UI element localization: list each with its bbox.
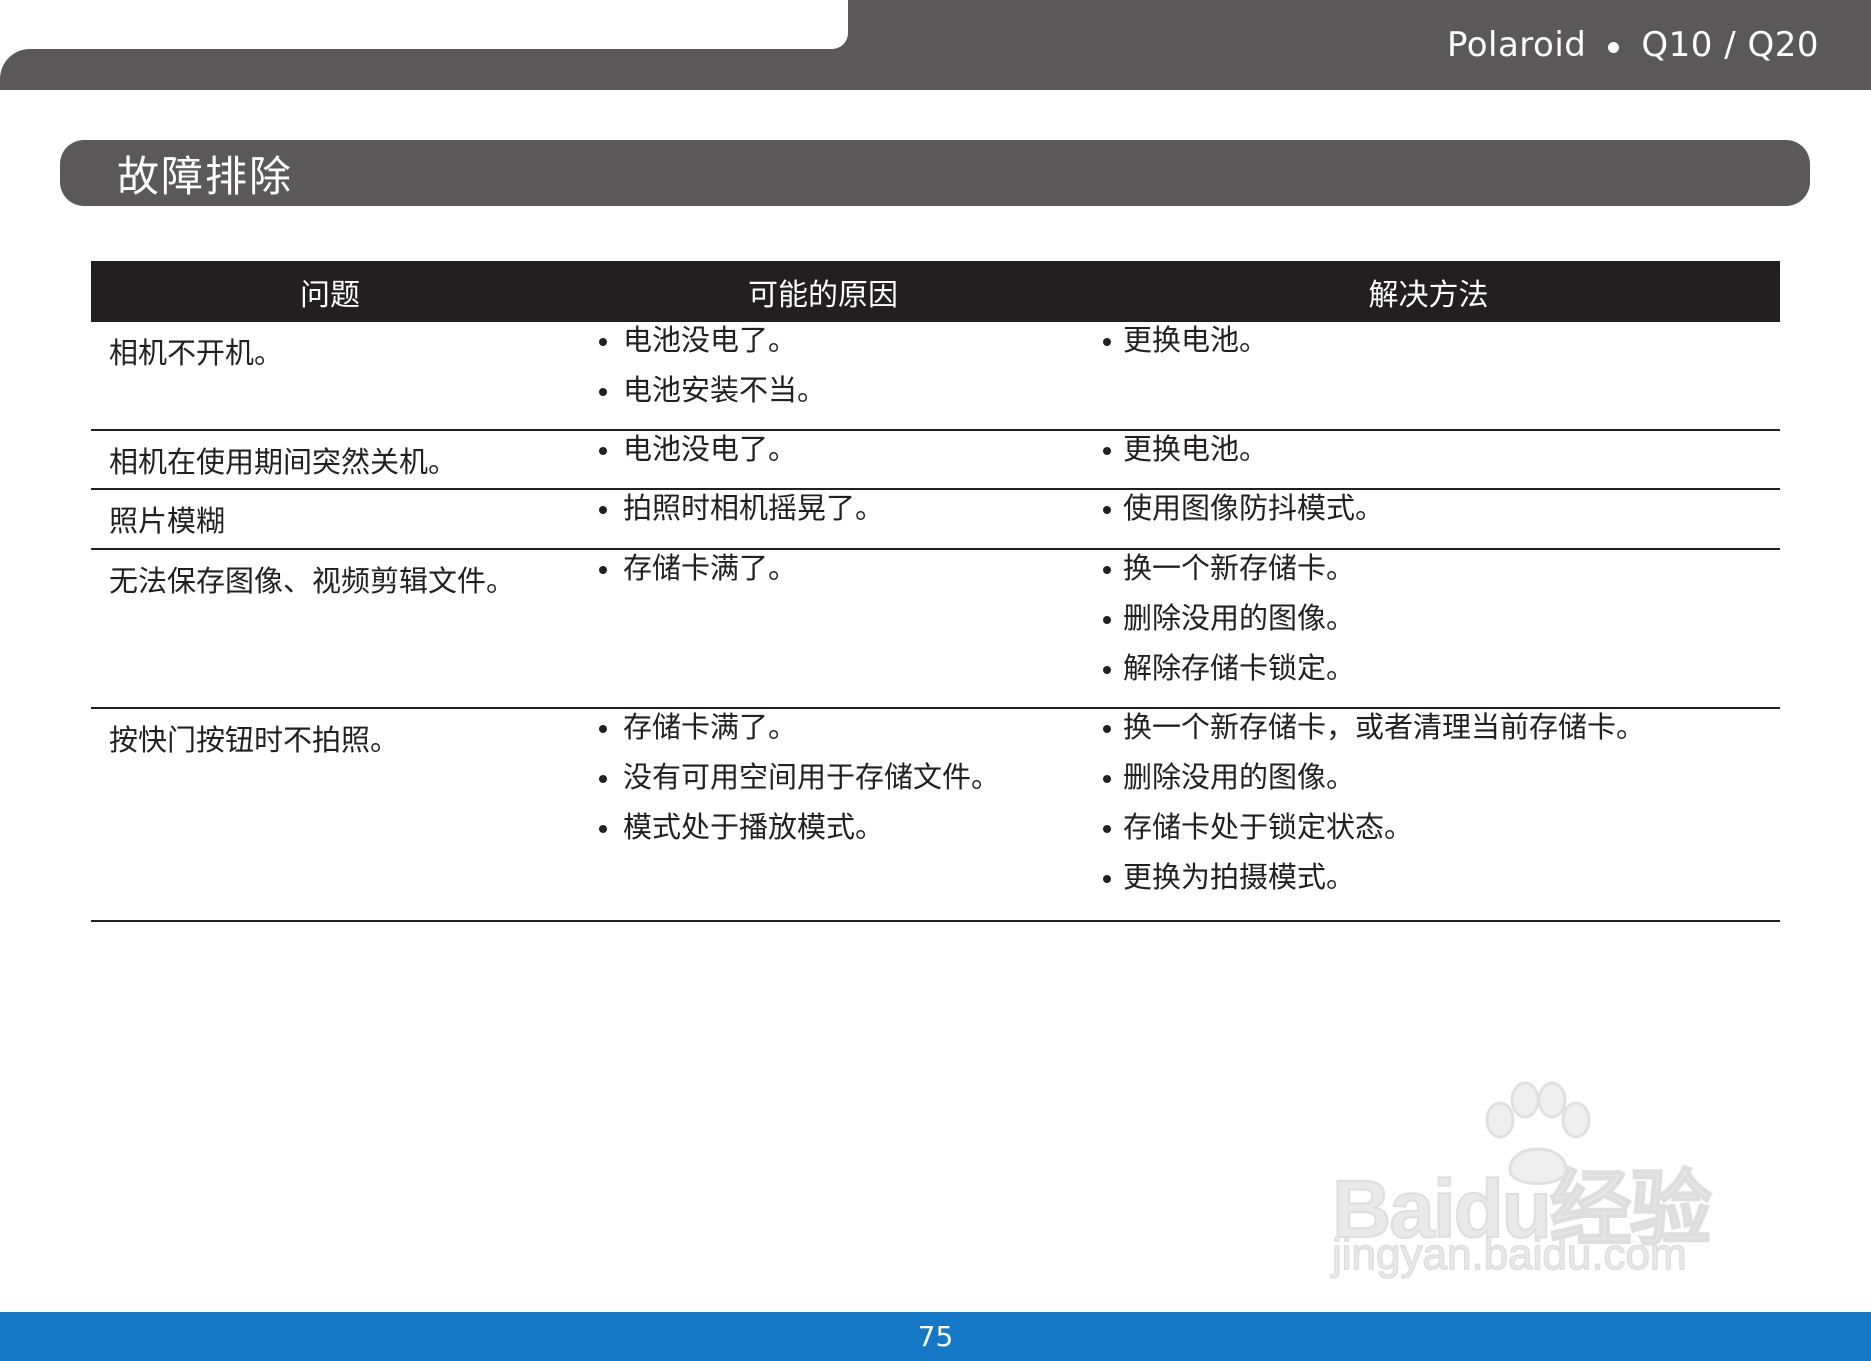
solution-item: 存储卡处于锁定状态。 xyxy=(1101,809,1645,845)
solution-list: 换一个新存储卡。 删除没用的图像。 解除存储卡锁定。 xyxy=(1101,550,1355,700)
table-row: 相机不开机。 电池没电了。 电池安装不当。 更换电池。 xyxy=(91,322,1780,431)
cause-item: 电池没电了。 xyxy=(593,322,826,358)
bullet-dot-icon xyxy=(1608,41,1620,53)
cause-item: 模式处于播放模式。 xyxy=(593,809,1000,845)
table-header: 问题 可能的原因 解决方法 xyxy=(91,261,1780,322)
cause-list: 拍照时相机摇晃了。 xyxy=(593,490,884,540)
solution-item: 删除没用的图像。 xyxy=(1101,759,1645,795)
solution-item: 换一个新存储卡。 xyxy=(1101,550,1355,586)
solution-list: 更换电池。 xyxy=(1101,322,1268,372)
solution-item: 更换电池。 xyxy=(1101,431,1268,467)
cause-list: 存储卡满了。 没有可用空间用于存储文件。 模式处于播放模式。 xyxy=(593,709,1000,859)
problem-cell: 无法保存图像、视频剪辑文件。 xyxy=(109,564,516,598)
solution-list: 使用图像防抖模式。 xyxy=(1101,490,1384,540)
cause-item: 拍照时相机摇晃了。 xyxy=(593,490,884,526)
cause-list: 电池没电了。 xyxy=(593,431,797,481)
model-name: Q10 / Q20 xyxy=(1641,25,1819,65)
problem-cell: 相机不开机。 xyxy=(109,336,284,370)
troubleshooting-table: 问题 可能的原因 解决方法 相机不开机。 电池没电了。 电池安装不当。 更换电池… xyxy=(91,261,1780,922)
column-header-cause: 可能的原因 xyxy=(748,277,898,313)
cause-item: 存储卡满了。 xyxy=(593,550,797,586)
problem-cell: 照片模糊 xyxy=(109,504,226,538)
top-header-tab xyxy=(0,0,848,79)
solution-item: 更换电池。 xyxy=(1101,322,1268,358)
solution-item: 使用图像防抖模式。 xyxy=(1101,490,1384,526)
baidu-watermark: Baidu经验 jingyan.baidu.com xyxy=(1320,1080,1760,1290)
solution-list: 换一个新存储卡，或者清理当前存储卡。 删除没用的图像。 存储卡处于锁定状态。 更… xyxy=(1101,709,1645,909)
solution-item: 解除存储卡锁定。 xyxy=(1101,650,1355,686)
column-header-problem: 问题 xyxy=(300,277,360,313)
table-row: 照片模糊 拍照时相机摇晃了。 使用图像防抖模式。 xyxy=(91,490,1780,550)
brand-header: Polaroid Q10 / Q20 xyxy=(1447,22,1819,68)
cause-item: 电池没电了。 xyxy=(593,431,797,467)
problem-cell: 按快门按钮时不拍照。 xyxy=(109,723,400,757)
brand-name: Polaroid xyxy=(1446,25,1587,65)
page-number: 75 xyxy=(917,1320,954,1353)
cause-list: 电池没电了。 电池安装不当。 xyxy=(593,322,826,422)
solution-item: 删除没用的图像。 xyxy=(1101,600,1355,636)
solution-item: 换一个新存储卡，或者清理当前存储卡。 xyxy=(1101,709,1645,745)
cause-item: 没有可用空间用于存储文件。 xyxy=(593,759,1000,795)
column-header-solution: 解决方法 xyxy=(1368,277,1489,313)
table-row: 按快门按钮时不拍照。 存储卡满了。 没有可用空间用于存储文件。 模式处于播放模式… xyxy=(91,709,1780,922)
table-row: 无法保存图像、视频剪辑文件。 存储卡满了。 换一个新存储卡。 删除没用的图像。 … xyxy=(91,550,1780,709)
cause-list: 存储卡满了。 xyxy=(593,550,797,600)
footer-bar: 75 xyxy=(0,1312,1871,1361)
section-title: 故障排除 xyxy=(117,151,294,201)
problem-cell: 相机在使用期间突然关机。 xyxy=(109,445,458,479)
table-row: 相机在使用期间突然关机。 电池没电了。 更换电池。 xyxy=(91,431,1780,490)
solution-item: 更换为拍摄模式。 xyxy=(1101,859,1645,895)
cause-item: 电池安装不当。 xyxy=(593,372,826,408)
section-title-bar: 故障排除 xyxy=(60,140,1810,206)
watermark-url: jingyan.baidu.com xyxy=(1331,1229,1687,1280)
cause-item: 存储卡满了。 xyxy=(593,709,1000,745)
solution-list: 更换电池。 xyxy=(1101,431,1268,481)
